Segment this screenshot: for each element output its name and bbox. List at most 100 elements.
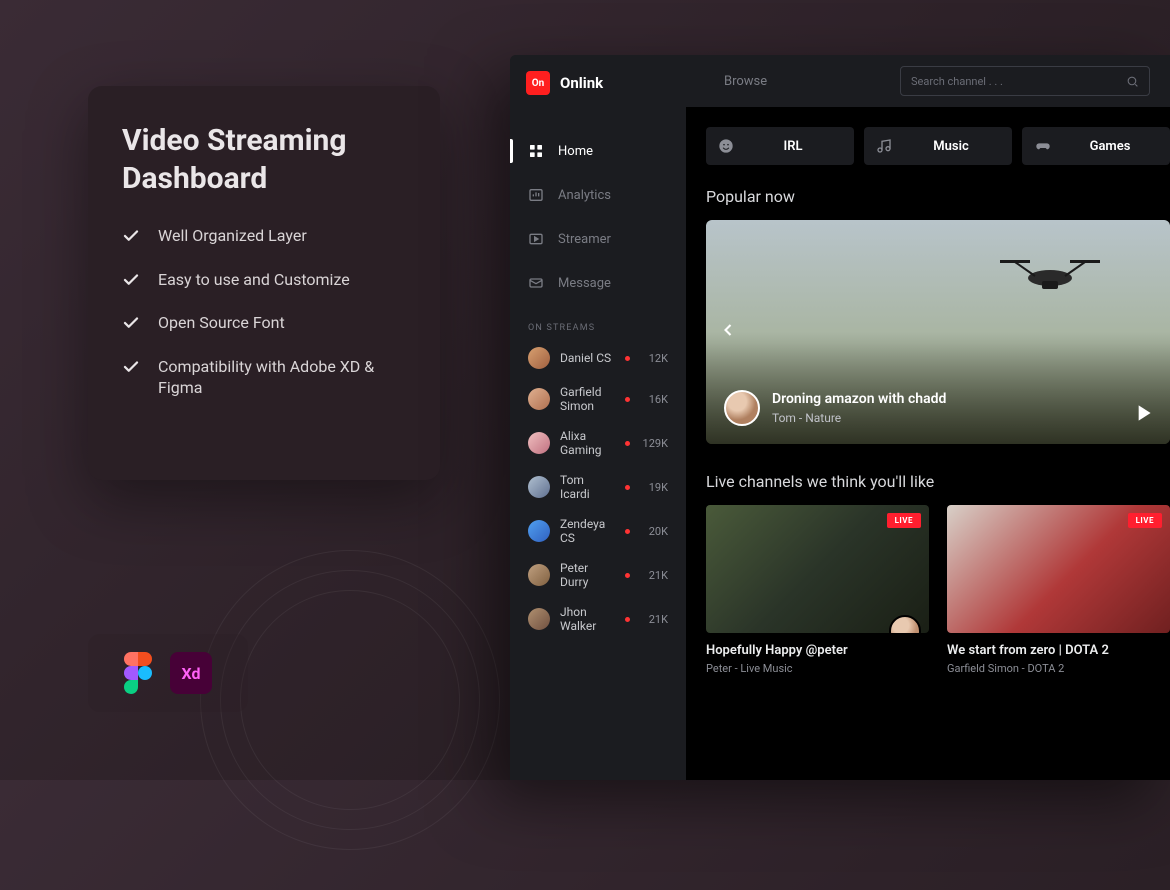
avatar: [528, 432, 550, 454]
stream-count: 21K: [640, 613, 668, 626]
brand[interactable]: On Onlink: [510, 55, 686, 105]
pill-label: Games: [1062, 139, 1158, 154]
avatar: [724, 390, 760, 426]
stream-name: Jhon Walker: [560, 605, 615, 633]
on-streams-section: ON STREAMS Daniel CS 12K Garfield Simon …: [510, 323, 686, 649]
check-icon: [122, 271, 140, 289]
channel-title: We start from zero | DOTA 2: [947, 643, 1170, 658]
promo-card: Video Streaming Dashboard Well Organized…: [88, 86, 440, 480]
chevron-left-icon[interactable]: [718, 320, 738, 344]
category-pills: IRL Music Games: [706, 127, 1170, 165]
nav-label: Home: [558, 144, 593, 159]
hero-title: Droning amazon with chadd: [772, 391, 946, 407]
channels-row: LIVE Hopefully Happy @peter Peter - Live…: [706, 505, 1170, 675]
feature-list: Well Organized Layer Easy to use and Cus…: [122, 225, 406, 399]
grid-icon: [528, 143, 544, 159]
hero-info: Droning amazon with chadd Tom - Nature: [724, 390, 946, 426]
mail-icon: [528, 275, 544, 291]
search-box[interactable]: [900, 66, 1150, 96]
channel-thumb: LIVE: [706, 505, 929, 633]
avatar: [889, 615, 921, 633]
channel-title: Hopefully Happy @peter: [706, 643, 929, 658]
channel-sub: Peter - Live Music: [706, 662, 929, 675]
pill-label: Music: [902, 139, 1000, 154]
browse-link[interactable]: Browse: [724, 74, 767, 89]
stream-row[interactable]: Garfield Simon 16K: [528, 385, 668, 413]
live-badge: LIVE: [887, 513, 921, 528]
figma-icon: [124, 652, 152, 694]
feature-item: Easy to use and Customize: [122, 269, 406, 291]
channel-sub: Garfield Simon - DOTA 2: [947, 662, 1170, 675]
feature-item: Open Source Font: [122, 312, 406, 334]
feature-item: Well Organized Layer: [122, 225, 406, 247]
sidebar: On Onlink Home Analytics Streamer Messag…: [510, 55, 686, 780]
main: Browse IRL Music Games: [686, 55, 1170, 780]
gamepad-icon: [1034, 138, 1052, 154]
on-streams-label: ON STREAMS: [528, 323, 668, 333]
nav-item-streamer[interactable]: Streamer: [510, 217, 686, 261]
nav: Home Analytics Streamer Message: [510, 105, 686, 305]
nav-item-home[interactable]: Home: [510, 129, 686, 173]
nav-item-analytics[interactable]: Analytics: [510, 173, 686, 217]
live-dot-icon: [625, 617, 630, 622]
nav-label: Analytics: [558, 188, 611, 203]
live-dot-icon: [625, 485, 630, 490]
live-dot-icon: [625, 397, 630, 402]
tool-logos: Xd: [88, 634, 248, 712]
hero-sub: Tom - Nature: [772, 411, 946, 425]
stream-count: 20K: [640, 525, 668, 538]
stream-row[interactable]: Tom Icardi 19K: [528, 473, 668, 501]
topbar: Browse: [686, 55, 1170, 107]
live-dot-icon: [625, 573, 630, 578]
stream-name: Daniel CS: [560, 351, 615, 365]
live-dot-icon: [625, 529, 630, 534]
avatar: [528, 564, 550, 586]
feature-text: Open Source Font: [158, 312, 285, 334]
nav-label: Streamer: [558, 232, 611, 247]
avatar: [528, 388, 550, 410]
decorative-arcs: [200, 550, 540, 890]
drone-illustration: [990, 248, 1110, 298]
live-dot-icon: [625, 441, 630, 446]
stream-count: 19K: [640, 481, 668, 494]
feature-text: Well Organized Layer: [158, 225, 307, 247]
pill-music[interactable]: Music: [864, 127, 1012, 165]
content: IRL Music Games Popular now: [686, 107, 1170, 675]
brand-mark: On: [526, 71, 550, 95]
stream-count: 16K: [640, 393, 668, 406]
stream-name: Tom Icardi: [560, 473, 615, 501]
search-input[interactable]: [911, 75, 1118, 88]
live-dot-icon: [625, 356, 630, 361]
music-icon: [876, 138, 892, 154]
avatar: [528, 476, 550, 498]
stream-name: Peter Durry: [560, 561, 615, 589]
feature-item: Compatibility with Adobe XD & Figma: [122, 356, 406, 399]
avatar: [528, 608, 550, 630]
stream-row[interactable]: Zendeya CS 20K: [528, 517, 668, 545]
stream-count: 129K: [640, 437, 668, 450]
stream-row[interactable]: Jhon Walker 21K: [528, 605, 668, 633]
stream-row[interactable]: Peter Durry 21K: [528, 561, 668, 589]
search-icon: [1126, 75, 1139, 88]
pill-label: IRL: [744, 139, 842, 154]
brand-name: Onlink: [560, 74, 603, 92]
nav-label: Message: [558, 276, 611, 291]
channel-card[interactable]: LIVE Hopefully Happy @peter Peter - Live…: [706, 505, 929, 675]
play-button[interactable]: [1130, 400, 1156, 430]
feature-text: Easy to use and Customize: [158, 269, 350, 291]
pill-irl[interactable]: IRL: [706, 127, 854, 165]
channel-card[interactable]: LIVE We start from zero | DOTA 2 Garfiel…: [947, 505, 1170, 675]
stream-row[interactable]: Alixa Gaming 129K: [528, 429, 668, 457]
live-badge: LIVE: [1128, 513, 1162, 528]
adobe-xd-icon: Xd: [170, 652, 212, 694]
nav-item-message[interactable]: Message: [510, 261, 686, 305]
avatar: [528, 347, 550, 369]
stream-row[interactable]: Daniel CS 12K: [528, 347, 668, 369]
check-icon: [122, 358, 140, 376]
stream-count: 12K: [640, 352, 668, 365]
stream-count: 21K: [640, 569, 668, 582]
hero-stream[interactable]: Droning amazon with chadd Tom - Nature: [706, 220, 1170, 444]
pill-games[interactable]: Games: [1022, 127, 1170, 165]
feature-text: Compatibility with Adobe XD & Figma: [158, 356, 406, 399]
stream-name: Alixa Gaming: [560, 429, 615, 457]
